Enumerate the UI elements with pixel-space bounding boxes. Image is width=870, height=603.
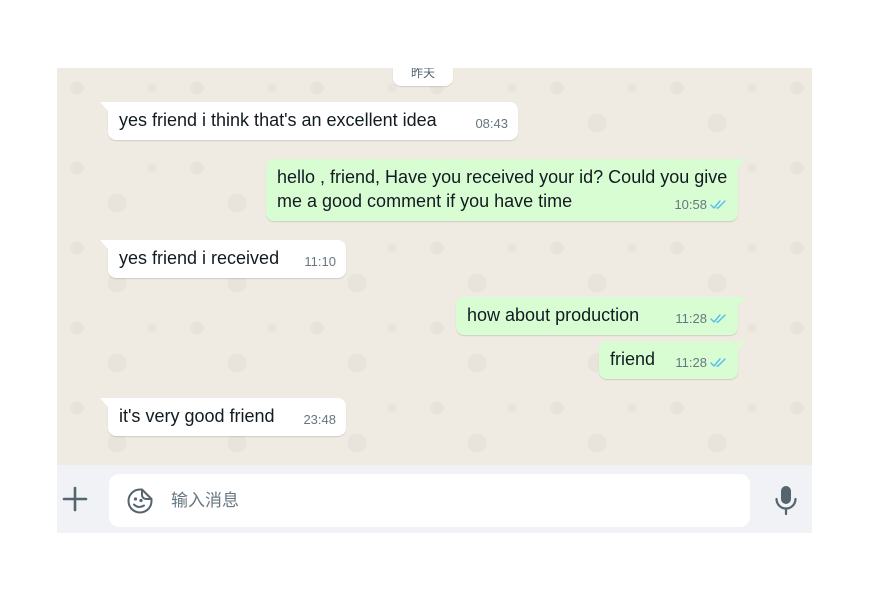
message-bubble-incoming[interactable]: it's very good friend 23:48	[100, 398, 346, 436]
message-meta: 11:10	[304, 254, 336, 269]
message-time: 11:10	[304, 254, 336, 269]
message-input[interactable]	[169, 482, 733, 520]
message-bubble-incoming[interactable]: yes friend i think that's an excellent i…	[100, 102, 518, 140]
message-meta: 10:58	[674, 197, 728, 212]
message-bubble-outgoing[interactable]: friend 11:28	[599, 341, 746, 379]
chat-window: 昨天 yes friend i think that's an excellen…	[57, 68, 812, 533]
message-input-box	[109, 474, 750, 527]
message-text: it's very good friend	[119, 406, 275, 426]
message-time: 23:48	[303, 412, 336, 427]
message-text: hello , friend, Have you received your i…	[277, 167, 733, 211]
message-meta: 08:43	[475, 116, 508, 131]
message-bubble-outgoing[interactable]: how about production 11:28	[456, 297, 746, 335]
message-text: how about production	[467, 305, 640, 325]
double-check-icon	[710, 200, 726, 209]
double-check-icon	[710, 314, 726, 323]
microphone-icon[interactable]	[773, 485, 799, 515]
message-time: 11:28	[675, 311, 707, 326]
message-bubble-incoming[interactable]: yes friend i received 11:10	[100, 240, 346, 278]
double-check-icon	[710, 358, 726, 367]
date-chip: 昨天	[393, 68, 453, 86]
message-time: 11:28	[675, 355, 707, 370]
message-list[interactable]: 昨天 yes friend i think that's an excellen…	[57, 68, 812, 465]
message-meta: 11:28	[675, 311, 728, 326]
message-time: 10:58	[674, 197, 707, 212]
message-text: yes friend i think that's an excellent i…	[119, 110, 437, 130]
message-meta: 11:28	[675, 355, 728, 370]
message-time: 08:43	[475, 116, 508, 131]
plus-icon[interactable]	[60, 484, 90, 514]
message-bubble-outgoing[interactable]: hello , friend, Have you received your i…	[266, 159, 746, 221]
message-text: friend	[610, 349, 656, 369]
message-meta: 23:48	[303, 412, 336, 427]
sticker-icon[interactable]	[126, 487, 154, 515]
message-composer	[57, 465, 812, 533]
message-text: yes friend i received	[119, 248, 280, 268]
